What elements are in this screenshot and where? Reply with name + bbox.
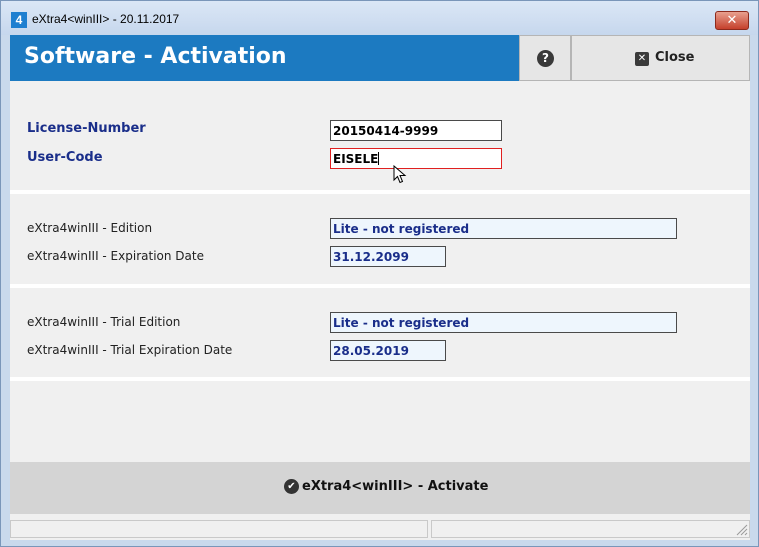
license-number-label: License-Number [27, 121, 146, 136]
user-code-label: User-Code [27, 150, 103, 165]
user-code-input[interactable]: EISELE [330, 148, 502, 169]
window-title: eXtra4<winIII> - 20.11.2017 [32, 12, 180, 26]
trial-expiration-date-label: eXtra4winIII - Trial Expiration Date [27, 343, 233, 357]
help-button[interactable]: ? [519, 35, 571, 81]
check-circle-icon: ✔ [284, 479, 299, 494]
title-bar: 4 eXtra4<winIII> - 20.11.2017 ✕ [1, 1, 758, 35]
trial-expiration-date-field: 28.05.2019 [330, 340, 446, 361]
edition-field: Lite - not registered [330, 218, 677, 239]
mouse-pointer-icon [393, 165, 407, 184]
header-bar: Software - Activation ? ✕ Close [10, 35, 750, 81]
close-box-icon: ✕ [635, 52, 649, 66]
activate-button-label: eXtra4<winIII> - Activate [302, 479, 489, 494]
window-close-button[interactable]: ✕ [715, 11, 749, 30]
trial-edition-field: Lite - not registered [330, 312, 677, 333]
close-button-label: Close [655, 50, 695, 65]
user-code-value: EISELE [333, 152, 379, 166]
status-pane-left [10, 520, 428, 538]
license-number-value: 20150414-9999 [333, 124, 439, 138]
application-window: 4 eXtra4<winIII> - 20.11.2017 ✕ Software… [0, 0, 759, 547]
activate-bar: ✔ eXtra4<winIII> - Activate [10, 462, 750, 514]
edition-value: Lite - not registered [333, 222, 470, 236]
client-area: Software - Activation ? ✕ Close License-… [10, 35, 750, 540]
expiration-date-field: 31.12.2099 [330, 246, 446, 267]
help-icon: ? [537, 50, 554, 67]
close-button[interactable]: ✕ Close [571, 35, 750, 81]
activate-button[interactable]: ✔ eXtra4<winIII> - Activate [280, 476, 492, 500]
page-title: Software - Activation [24, 44, 287, 69]
trial-expiration-date-value: 28.05.2019 [333, 344, 409, 358]
trial-edition-label: eXtra4winIII - Trial Edition [27, 315, 181, 329]
edition-label: eXtra4winIII - Edition [27, 221, 153, 235]
status-pane-right [431, 520, 750, 538]
app-icon: 4 [11, 12, 27, 28]
status-bar [10, 518, 750, 540]
edition-section: eXtra4winIII - Edition Lite - not regist… [10, 194, 750, 288]
expiration-date-value: 31.12.2099 [333, 250, 409, 264]
resize-grip-icon[interactable] [734, 522, 748, 536]
license-number-input[interactable]: 20150414-9999 [330, 120, 502, 141]
text-caret [378, 152, 380, 165]
license-section: License-Number 20150414-9999 User-Code E… [10, 81, 750, 194]
close-icon: ✕ [726, 13, 738, 28]
expiration-date-label: eXtra4winIII - Expiration Date [27, 249, 204, 263]
trial-edition-value: Lite - not registered [333, 316, 470, 330]
trial-section: eXtra4winIII - Trial Edition Lite - not … [10, 288, 750, 381]
